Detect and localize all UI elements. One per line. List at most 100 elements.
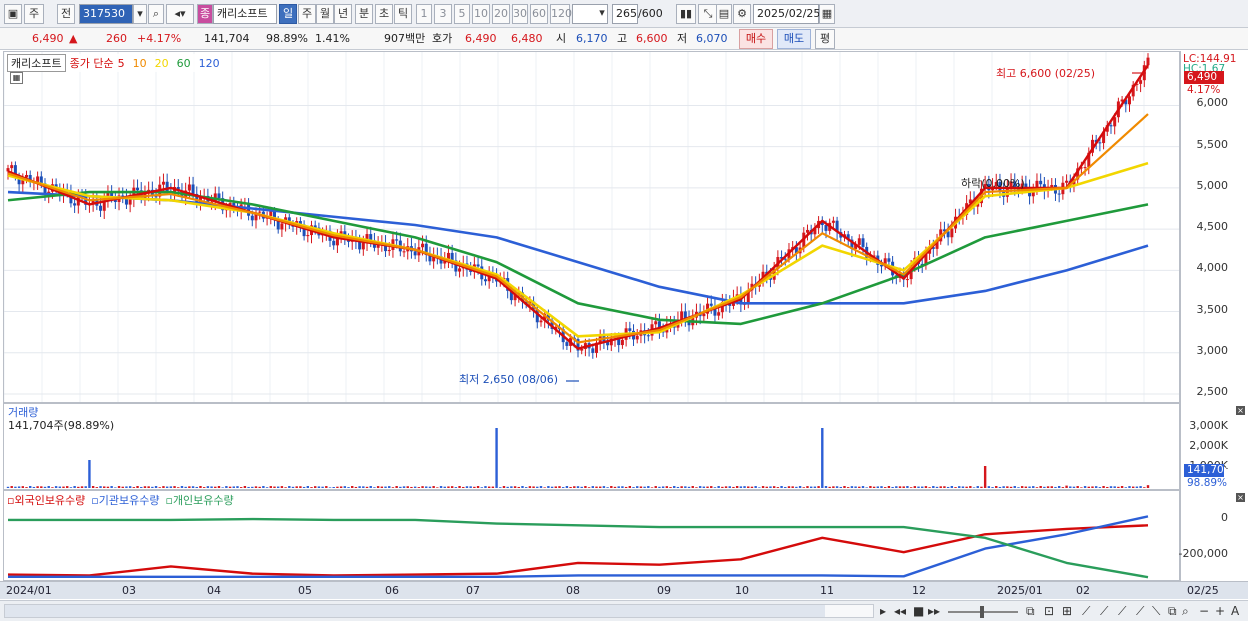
volume-panel[interactable]: 거래량 141,704주(98.89%) [3, 403, 1180, 490]
draw-text-icon[interactable]: ⟍ [1152, 603, 1160, 619]
volume-bar [299, 486, 302, 488]
compare-icon[interactable]: ⧉ [1026, 603, 1035, 619]
zoom-in-icon[interactable]: + [1215, 603, 1225, 619]
candle-body [680, 311, 684, 320]
interval-tab[interactable]: 120 [550, 4, 572, 24]
period-tab[interactable]: 일 [279, 4, 297, 24]
volume-bar [214, 486, 217, 488]
volume-bar [6, 486, 10, 488]
volume-bar [32, 486, 36, 488]
volume-tick: 2,000K [1189, 439, 1228, 452]
tool-icon[interactable]: ⧉ [1168, 603, 1177, 619]
code-dropdown-icon[interactable]: ▾ [133, 4, 147, 24]
period-tab[interactable]: 틱 [394, 4, 412, 24]
candle-body [361, 242, 365, 250]
interval-tab[interactable]: 30 [512, 4, 528, 24]
buy-button[interactable]: 매수 [739, 29, 773, 49]
window-menu-icon[interactable]: ▣ [4, 4, 22, 24]
candle-body [1083, 167, 1087, 169]
price-chart-plot[interactable] [4, 52, 1180, 403]
save-icon[interactable]: ▤ [716, 4, 732, 24]
holdings-close-icon[interactable]: × [1236, 493, 1245, 502]
volume-bar [1024, 486, 1028, 488]
holdings-panel[interactable]: ▫외국인보유수량 ▫기관보유수량 ▫개인보유수량 [3, 490, 1180, 581]
calendar-icon[interactable]: ▦ [819, 4, 835, 24]
draw-fib-icon[interactable]: ⟋ [1118, 603, 1126, 619]
zoom-slider-handle[interactable] [980, 606, 984, 618]
period-tab[interactable]: 초 [375, 4, 393, 24]
view-select[interactable]: 전 [57, 4, 75, 24]
volume-bar [1143, 487, 1146, 488]
period-tab[interactable]: 년 [334, 4, 352, 24]
grid-toggle-icon[interactable]: ▦ [10, 72, 23, 84]
speaker-icon[interactable]: ◂▾ [166, 4, 194, 24]
candle-body [1139, 80, 1143, 84]
volume-bar [895, 486, 898, 488]
stock-label[interactable]: 캐리소프트 [7, 54, 66, 72]
stock-name-field[interactable]: 캐리소프트 [213, 4, 277, 24]
volume-bar [1087, 486, 1090, 488]
draw-line-icon[interactable]: ⟋ [1082, 603, 1090, 619]
gear-icon[interactable]: ⚙ [733, 4, 751, 24]
fast-forward-icon[interactable]: ▸▸ [928, 603, 940, 619]
zoom-slider[interactable] [948, 606, 1018, 618]
interval-tab[interactable]: 1 [416, 4, 432, 24]
draw-channel-icon[interactable]: ⟋ [1136, 603, 1144, 619]
market-select[interactable]: 주 [24, 4, 44, 24]
screenshot-icon[interactable]: ⊡ [1044, 603, 1054, 619]
interval-tab[interactable]: 10 [472, 4, 490, 24]
ma-legend-item: 60 [176, 56, 191, 70]
period-tab[interactable]: 월 [316, 4, 334, 24]
line-tool-icon[interactable]: ⤡ [698, 4, 718, 24]
period-tab[interactable]: 주 [298, 4, 316, 24]
volume-bar [1131, 486, 1135, 488]
date-input[interactable]: 2025/02/25 [753, 4, 820, 24]
zoom-out-icon[interactable]: − [1199, 603, 1209, 619]
volume-bar [117, 486, 121, 488]
volume-bar [276, 486, 280, 488]
volume-bar [980, 486, 983, 488]
rewind-icon[interactable]: ◂◂ [894, 603, 906, 619]
stock-code-input[interactable]: 317530 [79, 4, 133, 24]
scroll-right-icon[interactable]: ▸ [880, 603, 886, 619]
horizontal-scrollbar[interactable] [4, 604, 874, 618]
period-tab[interactable]: 분 [355, 4, 373, 24]
volume-bar [817, 486, 820, 488]
volume-bar [469, 486, 472, 488]
volume-bar [632, 487, 635, 488]
draw-trend-icon[interactable]: ⟋ [1100, 603, 1108, 619]
volume-bar [665, 486, 669, 488]
volume-bar [347, 487, 350, 488]
interval-tab[interactable]: 5 [454, 4, 470, 24]
indicator-icon[interactable]: ⊞ [1062, 603, 1072, 619]
candle-body [187, 184, 191, 191]
volume-bar [628, 486, 632, 488]
volume-close-icon[interactable]: × [1236, 406, 1245, 415]
volume-bar [891, 486, 894, 488]
interval-tab[interactable]: 60 [530, 4, 548, 24]
interval-tab[interactable]: 20 [492, 4, 510, 24]
holdings-legend-item: ▫기관보유수량 [91, 494, 160, 507]
evaluate-button[interactable]: 평 [815, 29, 835, 49]
candle-body [805, 229, 809, 233]
volume-bar [795, 486, 798, 488]
zoom-icon[interactable]: ⌕ [1182, 603, 1189, 619]
volume-bar [499, 487, 502, 488]
candle-type-icon[interactable]: ▮▮ [676, 4, 696, 24]
volume-bar [850, 486, 854, 488]
interval-tab[interactable]: 3 [434, 4, 452, 24]
sell-button[interactable]: 매도 [777, 29, 811, 49]
volume-bar [391, 487, 395, 488]
price-chart-panel[interactable]: 캐리소프트 종가 단순 5 10 20 60 120 ▦ 최고 6,600 (02/25… [3, 51, 1180, 403]
volume-bar [454, 487, 458, 488]
volume-plot[interactable] [4, 404, 1180, 490]
count-input[interactable]: 265 [612, 4, 638, 24]
interval-dropdown-icon[interactable]: ▾ [596, 4, 608, 24]
candle-body [628, 328, 632, 331]
volume-bar [806, 486, 809, 488]
text-size-icon[interactable]: A [1231, 603, 1239, 619]
volume-bar [969, 486, 972, 488]
volume-bar [73, 486, 76, 488]
stop-icon[interactable]: ■ [913, 603, 924, 619]
search-icon[interactable]: ⌕ [148, 4, 164, 24]
